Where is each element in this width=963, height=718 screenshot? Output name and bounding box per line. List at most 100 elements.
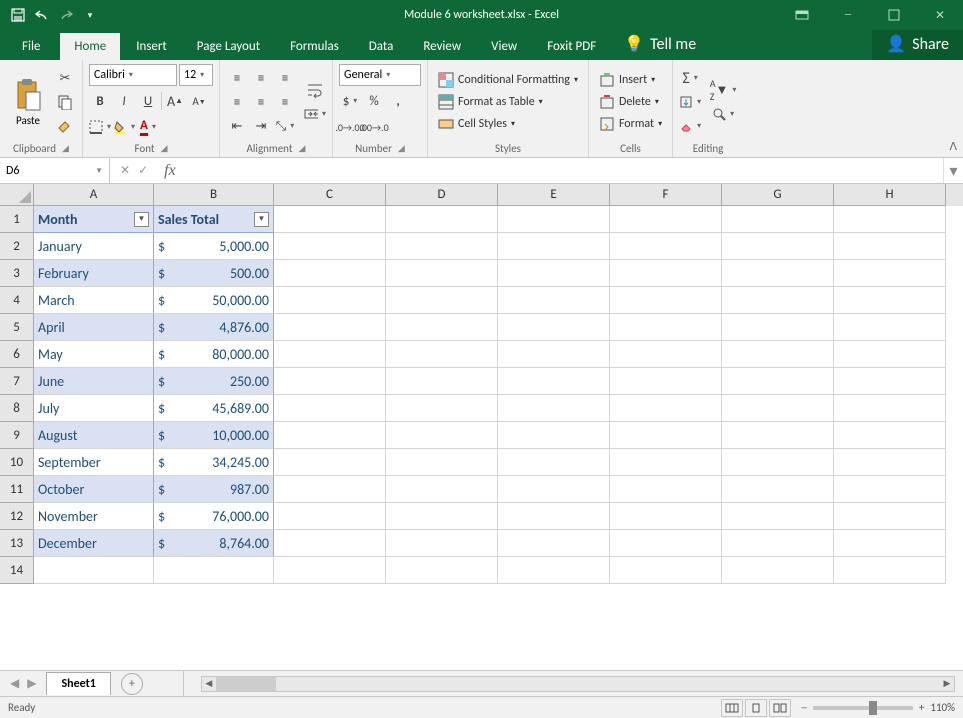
- row-header[interactable]: 13: [0, 530, 34, 557]
- conditional-formatting-button[interactable]: Conditional Formatting▾: [434, 70, 582, 90]
- zoom-thumb[interactable]: [869, 701, 877, 715]
- column-header[interactable]: H: [834, 184, 946, 206]
- cell[interactable]: [610, 422, 722, 449]
- row-header[interactable]: 14: [0, 557, 34, 584]
- cell[interactable]: January: [34, 233, 154, 260]
- row-header[interactable]: 1: [0, 206, 34, 233]
- cell[interactable]: [386, 503, 498, 530]
- decrease-indent-icon[interactable]: ⇤: [226, 115, 248, 137]
- cell[interactable]: [722, 206, 834, 233]
- cell[interactable]: [498, 449, 610, 476]
- cell[interactable]: July: [34, 395, 154, 422]
- add-sheet-icon[interactable]: +: [121, 673, 143, 695]
- row-header[interactable]: 6: [0, 341, 34, 368]
- fx-icon[interactable]: fx: [158, 162, 182, 180]
- number-format-selector[interactable]: General: [339, 64, 421, 86]
- page-break-view-icon[interactable]: [769, 699, 791, 717]
- cell[interactable]: [610, 503, 722, 530]
- name-box[interactable]: D6▼: [0, 158, 110, 183]
- cell[interactable]: [610, 395, 722, 422]
- row-header[interactable]: 2: [0, 233, 34, 260]
- cell[interactable]: [498, 206, 610, 233]
- comma-format-icon[interactable]: ,: [387, 90, 409, 112]
- align-center-icon[interactable]: ≡: [250, 91, 272, 113]
- alignment-launcher-icon[interactable]: ◢: [299, 143, 306, 154]
- cell[interactable]: April: [34, 314, 154, 341]
- cell[interactable]: $50,000.00: [154, 287, 274, 314]
- cell[interactable]: [386, 233, 498, 260]
- cell[interactable]: [722, 557, 834, 584]
- cell[interactable]: $10,000.00: [154, 422, 274, 449]
- expand-formula-bar-icon[interactable]: ▾: [943, 158, 963, 183]
- column-header[interactable]: A: [34, 184, 154, 206]
- cell[interactable]: [834, 449, 946, 476]
- cell[interactable]: $250.00: [154, 368, 274, 395]
- cell[interactable]: [274, 530, 386, 557]
- cell[interactable]: May: [34, 341, 154, 368]
- cancel-formula-icon[interactable]: ✕: [120, 163, 130, 178]
- cell[interactable]: [834, 530, 946, 557]
- column-header[interactable]: G: [722, 184, 834, 206]
- row-header[interactable]: 12: [0, 503, 34, 530]
- cell[interactable]: [498, 260, 610, 287]
- align-middle-icon[interactable]: ≡: [250, 67, 272, 89]
- cell[interactable]: [386, 449, 498, 476]
- percent-format-icon[interactable]: %: [363, 90, 385, 112]
- cell[interactable]: [722, 287, 834, 314]
- italic-button[interactable]: I: [113, 90, 135, 112]
- cell[interactable]: [834, 368, 946, 395]
- cell[interactable]: December: [34, 530, 154, 557]
- tab-formulas[interactable]: Formulas: [276, 33, 353, 60]
- insert-cells-button[interactable]: Insert▾: [595, 70, 666, 90]
- cell[interactable]: [498, 233, 610, 260]
- underline-button[interactable]: U: [137, 90, 159, 112]
- sort-filter-icon[interactable]: AZ▼: [709, 79, 737, 101]
- undo-icon[interactable]: [32, 5, 52, 25]
- zoom-level[interactable]: 110%: [930, 701, 955, 714]
- tab-insert[interactable]: Insert: [122, 33, 181, 60]
- cell[interactable]: [386, 557, 498, 584]
- formula-input[interactable]: [182, 158, 943, 183]
- cell[interactable]: [834, 206, 946, 233]
- cell[interactable]: [498, 557, 610, 584]
- cell[interactable]: November: [34, 503, 154, 530]
- cell[interactable]: [34, 557, 154, 584]
- cell[interactable]: [610, 557, 722, 584]
- cell[interactable]: [834, 287, 946, 314]
- maximize-icon[interactable]: [871, 0, 917, 30]
- row-header[interactable]: 9: [0, 422, 34, 449]
- filter-dropdown-icon[interactable]: ▼: [134, 212, 149, 227]
- cell[interactable]: September: [34, 449, 154, 476]
- paste-button[interactable]: Paste: [6, 64, 50, 140]
- sheet-nav-next-icon[interactable]: ▶: [27, 676, 36, 691]
- copy-icon[interactable]: [54, 91, 76, 113]
- increase-font-icon[interactable]: A▲: [164, 90, 186, 112]
- increase-indent-icon[interactable]: ⇥: [250, 115, 272, 137]
- cut-icon[interactable]: ✂: [54, 67, 76, 89]
- cell[interactable]: $5,000.00: [154, 233, 274, 260]
- cell[interactable]: $80,000.00: [154, 341, 274, 368]
- cell[interactable]: [498, 476, 610, 503]
- cell[interactable]: $8,764.00: [154, 530, 274, 557]
- bold-button[interactable]: B: [89, 90, 111, 112]
- cell[interactable]: [834, 341, 946, 368]
- tab-review[interactable]: Review: [409, 33, 475, 60]
- format-as-table-button[interactable]: Format as Table▾: [434, 92, 582, 112]
- cell[interactable]: [722, 341, 834, 368]
- cell[interactable]: [722, 503, 834, 530]
- cell[interactable]: $4,876.00: [154, 314, 274, 341]
- align-right-icon[interactable]: ≡: [274, 91, 296, 113]
- cell[interactable]: [386, 341, 498, 368]
- borders-icon[interactable]: [89, 116, 111, 138]
- sheet-nav-prev-icon[interactable]: ◀: [10, 676, 19, 691]
- wrap-text-icon[interactable]: [304, 79, 326, 101]
- cell[interactable]: $45,689.00: [154, 395, 274, 422]
- cell[interactable]: [274, 368, 386, 395]
- cell[interactable]: [274, 314, 386, 341]
- minimize-icon[interactable]: ─: [825, 0, 871, 30]
- cell[interactable]: [722, 395, 834, 422]
- tell-me[interactable]: 💡Tell me: [612, 28, 708, 60]
- cell[interactable]: [498, 530, 610, 557]
- format-painter-icon[interactable]: [54, 115, 76, 137]
- cell[interactable]: [274, 557, 386, 584]
